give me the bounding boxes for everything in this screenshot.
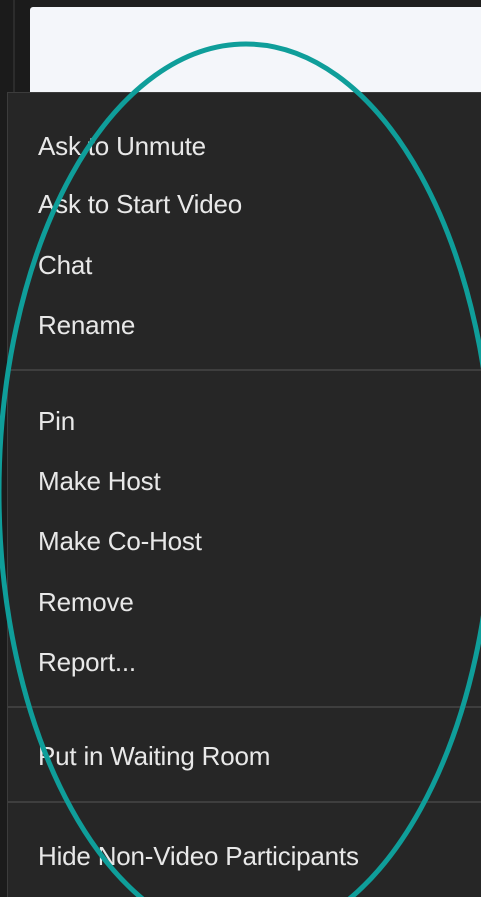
menu-item-put-in-waiting-room[interactable]: Put in Waiting Room: [38, 743, 270, 769]
participant-context-menu: Ask to Unmute Ask to Start Video Chat Re…: [7, 92, 481, 897]
menu-item-ask-to-start-video[interactable]: Ask to Start Video: [38, 191, 242, 217]
menu-item-hide-non-video-participants[interactable]: Hide Non-Video Participants: [38, 843, 359, 869]
menu-item-ask-to-unmute[interactable]: Ask to Unmute: [38, 133, 206, 159]
participant-video-tile[interactable]: [30, 7, 481, 93]
menu-item-report[interactable]: Report...: [38, 649, 136, 675]
menu-item-pin[interactable]: Pin: [38, 408, 75, 434]
menu-separator: [8, 369, 481, 371]
menu-item-chat[interactable]: Chat: [38, 252, 92, 278]
screen: Ask to Unmute Ask to Start Video Chat Re…: [0, 0, 481, 897]
menu-item-rename[interactable]: Rename: [38, 312, 135, 338]
menu-item-make-host[interactable]: Make Host: [38, 468, 161, 494]
menu-item-make-co-host[interactable]: Make Co-Host: [38, 528, 202, 554]
menu-separator: [8, 706, 481, 708]
menu-item-remove[interactable]: Remove: [38, 589, 134, 615]
menu-separator: [8, 801, 481, 803]
